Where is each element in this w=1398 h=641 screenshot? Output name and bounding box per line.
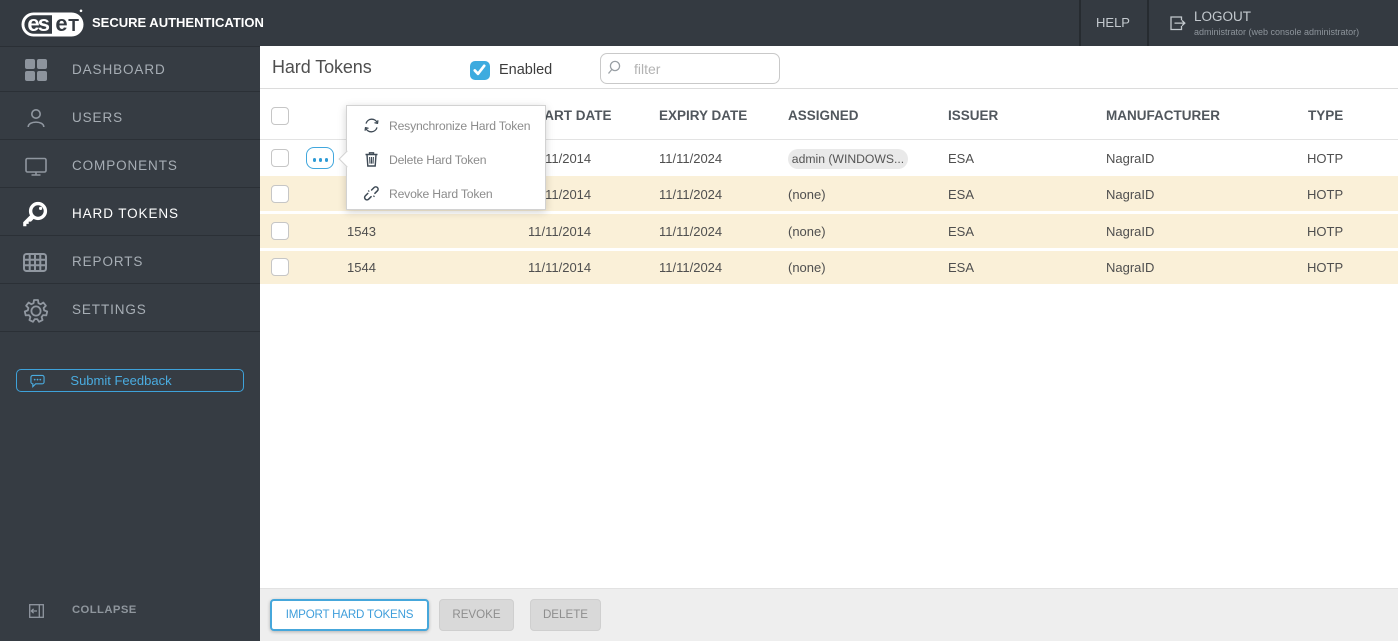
svg-text:e: e — [55, 11, 67, 36]
svg-text:es: es — [27, 11, 49, 36]
svg-text:T: T — [68, 15, 79, 35]
